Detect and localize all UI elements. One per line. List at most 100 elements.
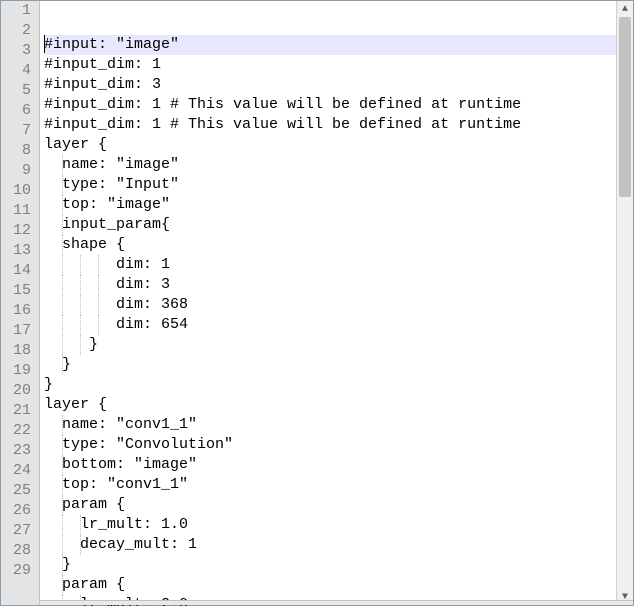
code-line[interactable]: #input_dim: 3	[44, 75, 633, 95]
line-number: 20	[5, 381, 31, 401]
code-line[interactable]: dim: 1	[44, 255, 633, 275]
code-text: name: "conv1_1"	[44, 416, 197, 433]
line-number: 13	[5, 241, 31, 261]
line-number: 15	[5, 281, 31, 301]
line-number: 1	[5, 1, 31, 21]
code-text: layer {	[44, 396, 107, 413]
indent-guide	[62, 235, 63, 255]
line-number: 9	[5, 161, 31, 181]
code-text: #input_dim: 1 # This value will be defin…	[44, 96, 521, 113]
indent-guide	[62, 315, 63, 335]
indent-guide	[62, 555, 63, 575]
indent-guide	[62, 455, 63, 475]
line-number-gutter: 1234567891011121314151617181920212223242…	[1, 1, 40, 605]
code-line[interactable]: decay_mult: 1	[44, 535, 633, 555]
code-text: #input_dim: 3	[44, 76, 161, 93]
code-line[interactable]: top: "conv1_1"	[44, 475, 633, 495]
code-line[interactable]: }	[44, 335, 633, 355]
code-text: }	[44, 336, 98, 353]
editor-bottom-border	[40, 600, 633, 605]
scroll-up-arrow[interactable]: ▲	[617, 1, 633, 17]
line-number: 21	[5, 401, 31, 421]
code-text: #input_dim: 1	[44, 56, 161, 73]
indent-guide	[98, 275, 99, 295]
code-text: decay_mult: 1	[44, 536, 197, 553]
code-line[interactable]: type: "Input"	[44, 175, 633, 195]
indent-guide	[62, 435, 63, 455]
code-line[interactable]: #input_dim: 1	[44, 55, 633, 75]
indent-guide	[62, 215, 63, 235]
code-text: }	[44, 376, 53, 393]
vertical-scrollbar[interactable]: ▲ ▼	[616, 1, 633, 605]
indent-guide	[80, 255, 81, 275]
line-number: 14	[5, 261, 31, 281]
indent-guide	[98, 255, 99, 275]
indent-guide	[62, 475, 63, 495]
code-text: dim: 654	[44, 316, 188, 333]
line-number: 8	[5, 141, 31, 161]
line-number: 24	[5, 461, 31, 481]
indent-guide	[62, 355, 63, 375]
code-line[interactable]: lr_mult: 1.0	[44, 515, 633, 535]
line-number: 12	[5, 221, 31, 241]
code-line[interactable]: #input_dim: 1 # This value will be defin…	[44, 95, 633, 115]
line-number: 3	[5, 41, 31, 61]
indent-guide	[62, 515, 63, 535]
code-text: lr_mult: 1.0	[44, 516, 188, 533]
line-number: 10	[5, 181, 31, 201]
code-text: name: "image"	[44, 156, 179, 173]
line-number: 26	[5, 501, 31, 521]
indent-guide	[62, 255, 63, 275]
code-line[interactable]: }	[44, 355, 633, 375]
indent-guide	[62, 335, 63, 355]
line-number: 25	[5, 481, 31, 501]
code-editor[interactable]: 1234567891011121314151617181920212223242…	[0, 0, 634, 606]
indent-guide	[62, 275, 63, 295]
line-number: 16	[5, 301, 31, 321]
code-line[interactable]: }	[44, 375, 633, 395]
code-line[interactable]: param {	[44, 495, 633, 515]
code-line[interactable]: name: "conv1_1"	[44, 415, 633, 435]
line-number: 23	[5, 441, 31, 461]
indent-guide	[62, 195, 63, 215]
code-text: param {	[44, 576, 125, 593]
code-line[interactable]: layer {	[44, 395, 633, 415]
line-number: 4	[5, 61, 31, 81]
code-text: #input_dim: 1 # This value will be defin…	[44, 116, 521, 133]
line-number: 28	[5, 541, 31, 561]
line-number: 22	[5, 421, 31, 441]
code-line[interactable]: top: "image"	[44, 195, 633, 215]
indent-guide	[62, 415, 63, 435]
code-line[interactable]: layer {	[44, 135, 633, 155]
code-line[interactable]: type: "Convolution"	[44, 435, 633, 455]
indent-guide	[80, 275, 81, 295]
code-line[interactable]: shape {	[44, 235, 633, 255]
code-line[interactable]: dim: 3	[44, 275, 633, 295]
code-line[interactable]: #input_dim: 1 # This value will be defin…	[44, 115, 633, 135]
code-line[interactable]: param {	[44, 575, 633, 595]
code-line[interactable]: input_param{	[44, 215, 633, 235]
indent-guide	[98, 315, 99, 335]
indent-guide	[62, 295, 63, 315]
indent-guide	[62, 575, 63, 595]
code-line[interactable]: name: "image"	[44, 155, 633, 175]
line-number: 18	[5, 341, 31, 361]
scrollbar-thumb[interactable]	[619, 17, 631, 197]
code-line[interactable]: dim: 368	[44, 295, 633, 315]
indent-guide	[98, 295, 99, 315]
indent-guide	[80, 295, 81, 315]
code-text: }	[44, 356, 71, 373]
line-number: 11	[5, 201, 31, 221]
code-line[interactable]: dim: 654	[44, 315, 633, 335]
code-text: shape {	[44, 236, 125, 253]
line-number: 2	[5, 21, 31, 41]
code-area[interactable]: #input: "image"#input_dim: 1 #input_dim: …	[40, 1, 633, 605]
line-number: 5	[5, 81, 31, 101]
code-line[interactable]: }	[44, 555, 633, 575]
line-number: 7	[5, 121, 31, 141]
line-number: 19	[5, 361, 31, 381]
code-line[interactable]: bottom: "image"	[44, 455, 633, 475]
code-line[interactable]: #input: "image"	[44, 35, 633, 55]
code-text: bottom: "image"	[44, 456, 197, 473]
indent-guide	[80, 315, 81, 335]
